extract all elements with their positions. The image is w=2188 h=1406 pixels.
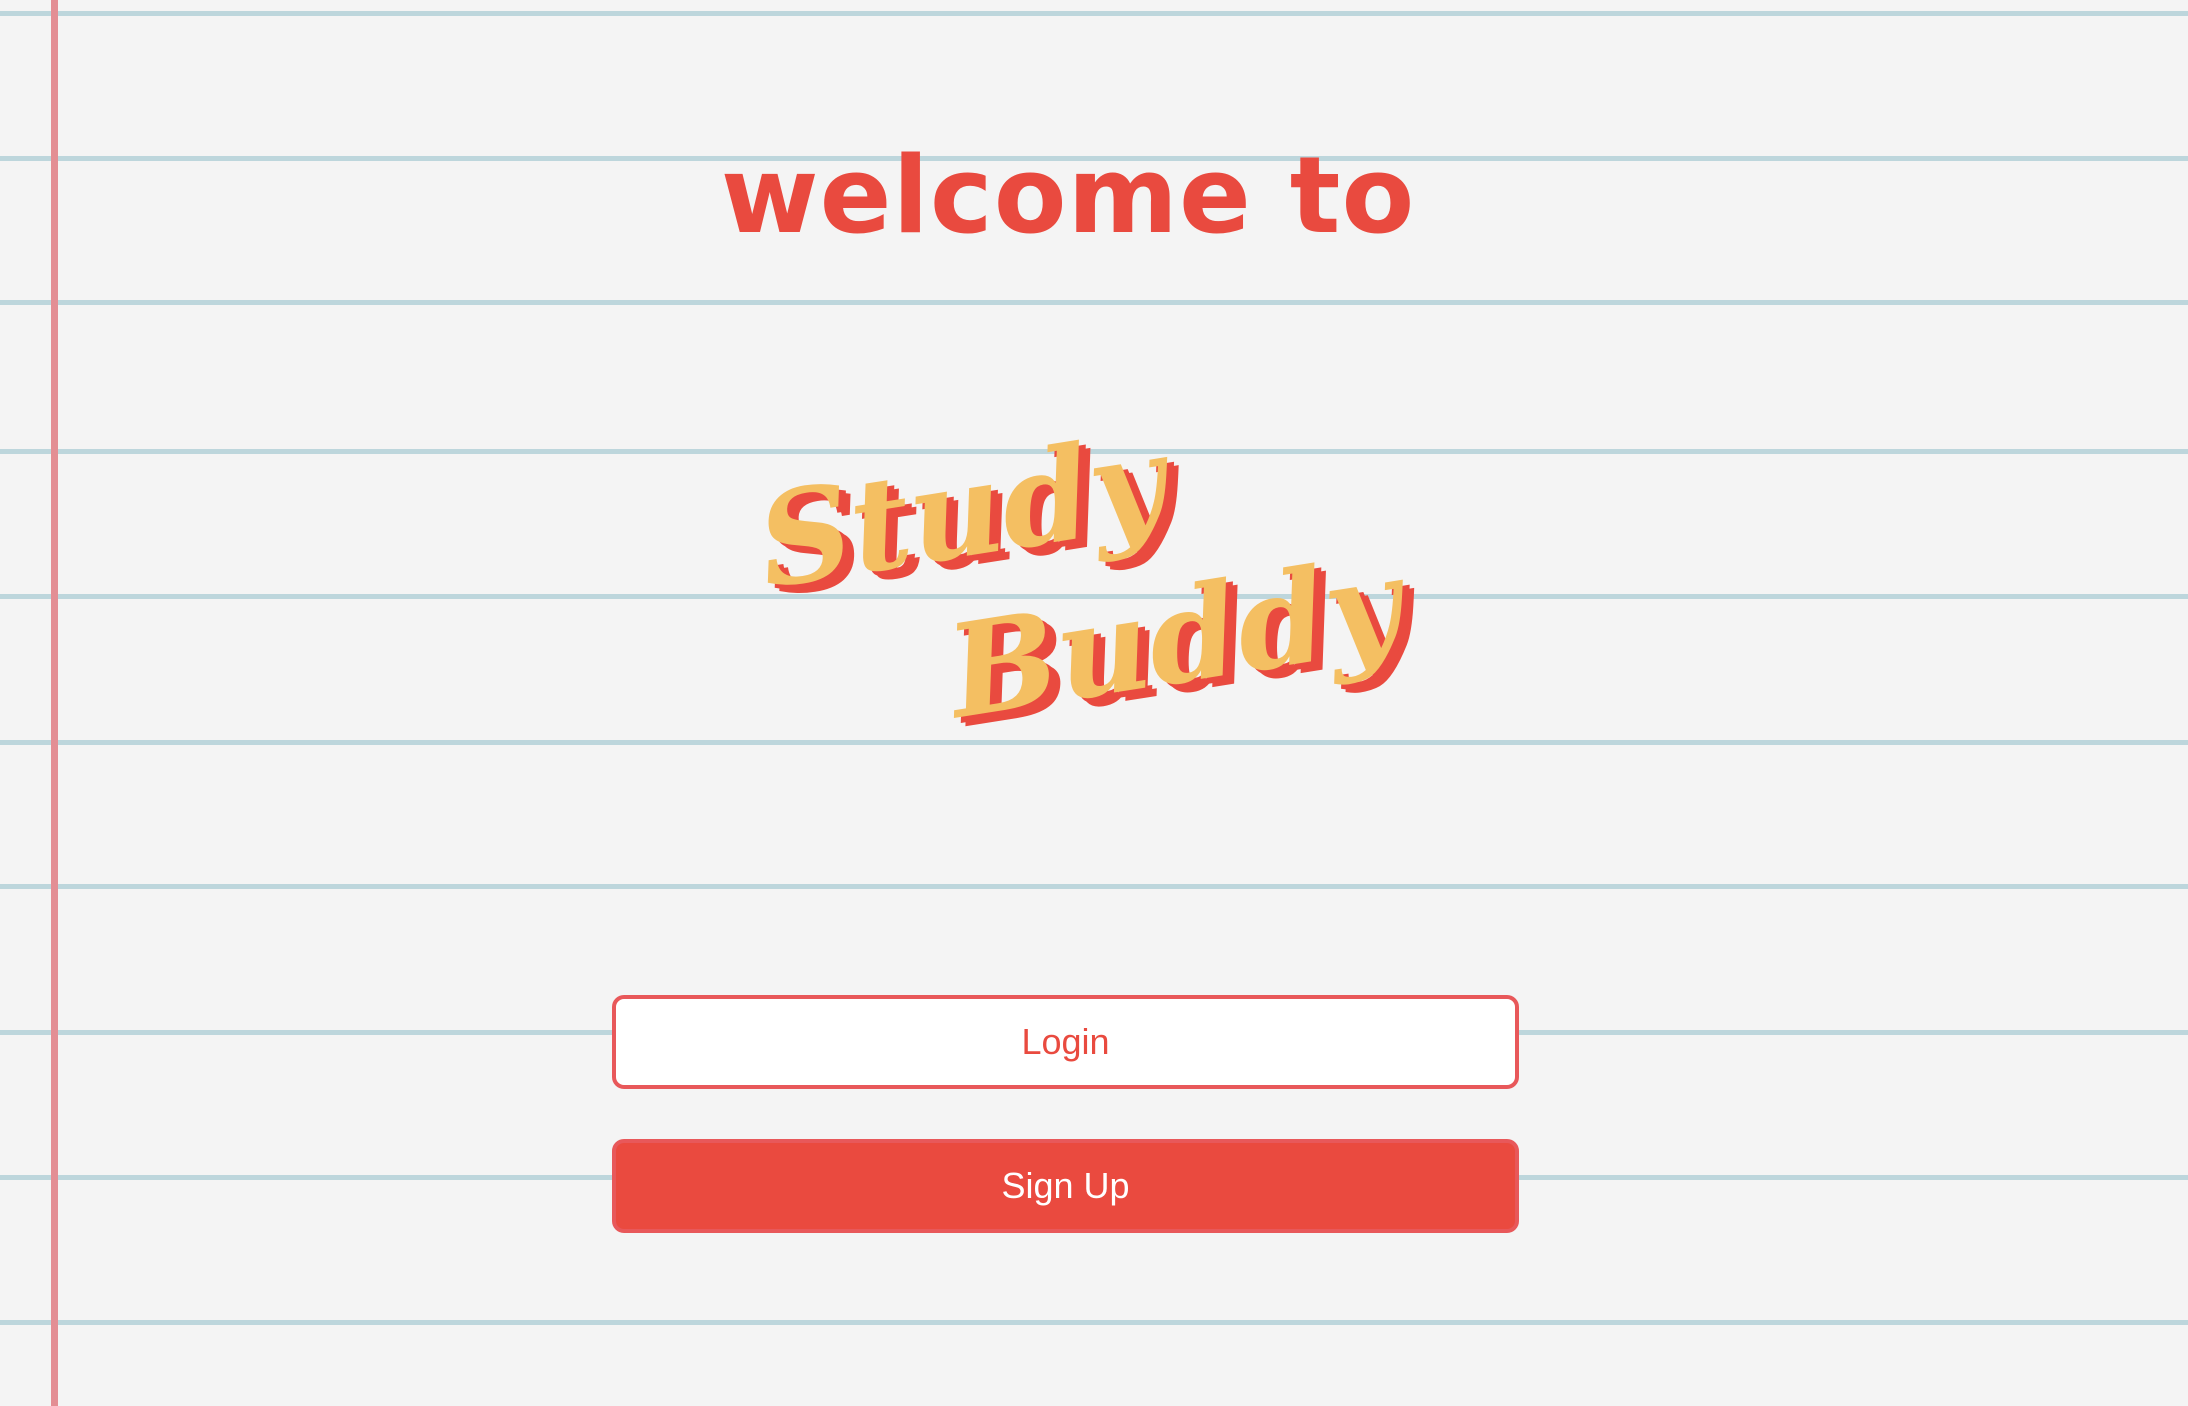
ruled-line: [0, 11, 2188, 16]
ruled-line: [0, 1320, 2188, 1325]
signup-button[interactable]: Sign Up: [612, 1139, 1519, 1233]
welcome-heading: welcome to: [720, 134, 1416, 257]
login-button[interactable]: Login: [612, 995, 1519, 1089]
study-buddy-logo: Study Buddy: [740, 406, 1410, 780]
ruled-line: [0, 300, 2188, 305]
ruled-line: [0, 884, 2188, 889]
